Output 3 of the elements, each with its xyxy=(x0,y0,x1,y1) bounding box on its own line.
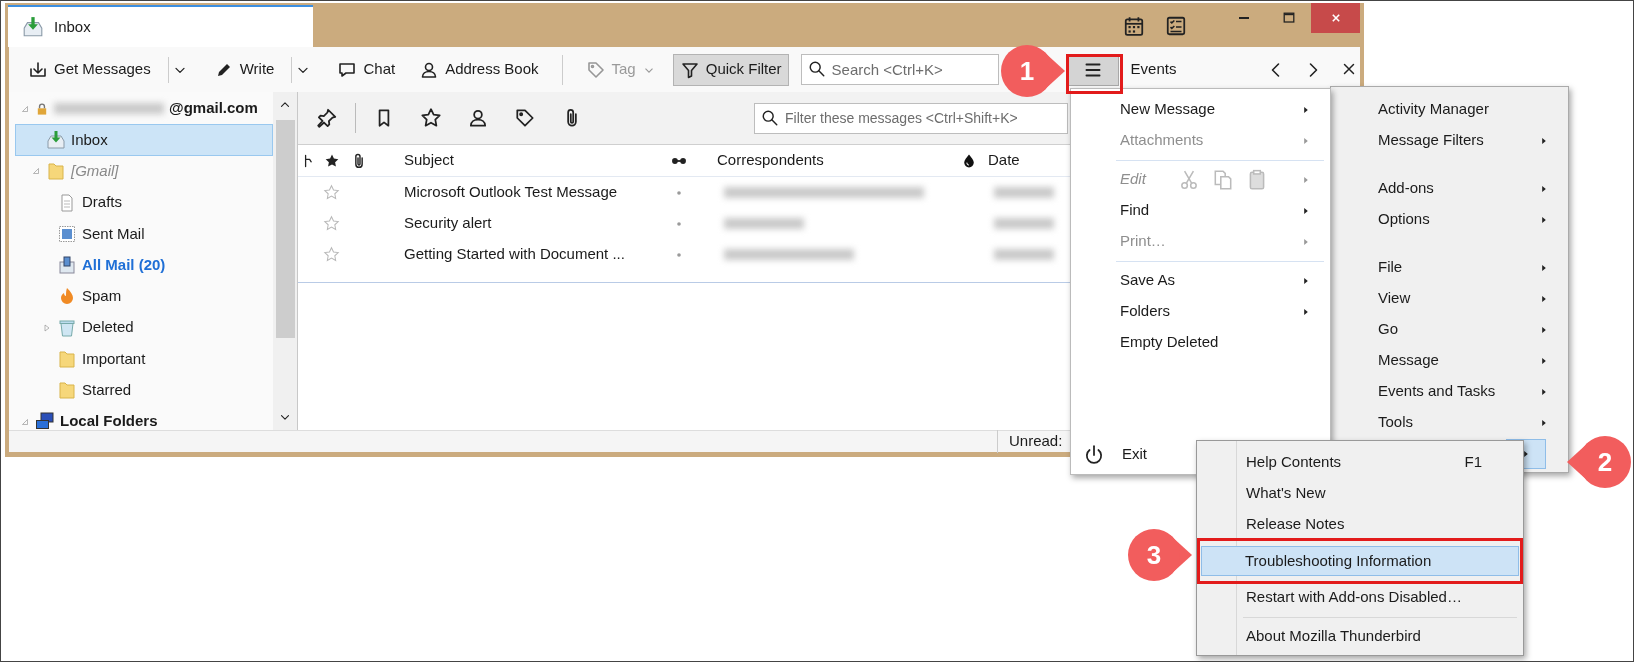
status-text: Unread: xyxy=(997,430,1063,453)
pane-title: Events xyxy=(1130,59,1177,80)
shortcut-text: F1 xyxy=(1464,452,1482,473)
